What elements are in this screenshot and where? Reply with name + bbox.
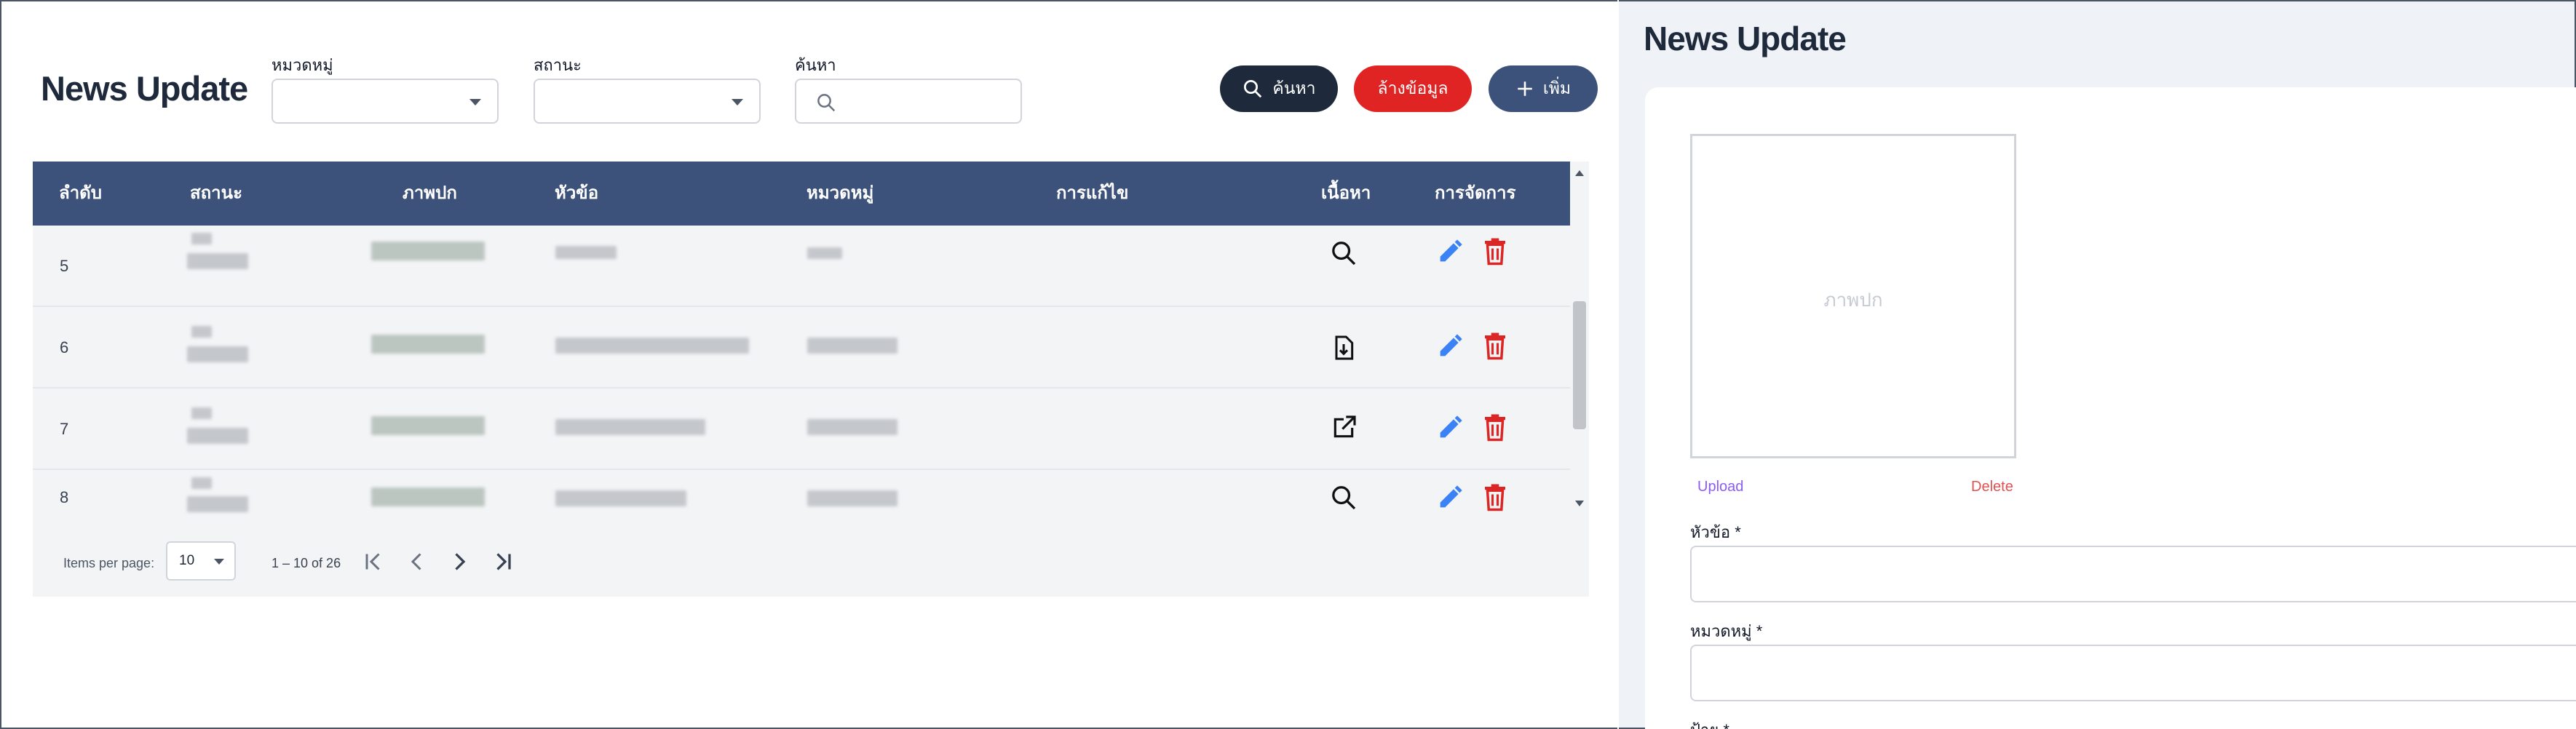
search-icon xyxy=(1244,80,1262,98)
redacted-cover xyxy=(371,335,485,354)
scroll-up-icon[interactable] xyxy=(1575,170,1584,176)
news-list-panel: News Update หมวดหมู่ สถานะ ค้นหา ค้นหา ล… xyxy=(0,0,1617,729)
redacted-category xyxy=(807,490,897,506)
clear-button[interactable]: ล้างข้อมูล xyxy=(1354,65,1472,112)
page-size-select[interactable]: 10 xyxy=(166,541,236,581)
row-index: 8 xyxy=(60,488,69,506)
edit-icon[interactable] xyxy=(1435,413,1465,442)
table-row: 7 xyxy=(33,389,1570,470)
column-header-status[interactable]: สถานะ xyxy=(190,162,242,226)
column-header-cover[interactable]: ภาพปก xyxy=(403,162,457,226)
row-index: 6 xyxy=(60,338,69,356)
clear-button-label: ล้างข้อมูล xyxy=(1377,79,1448,97)
search-button-label: ค้นหา xyxy=(1272,79,1316,97)
redacted-cover xyxy=(371,416,485,435)
delete-link[interactable]: Delete xyxy=(1971,479,2013,495)
next-page-icon[interactable] xyxy=(446,549,472,575)
add-button-label: เพิ่ม xyxy=(1542,79,1572,97)
redacted-title xyxy=(555,246,617,259)
status-filter-select[interactable] xyxy=(534,79,761,124)
search-button[interactable]: ค้นหา xyxy=(1220,65,1338,112)
plus-icon xyxy=(1518,81,1532,96)
external-link-icon[interactable] xyxy=(1329,413,1358,442)
redacted-title xyxy=(555,490,686,506)
category-field-label: หมวดหมู่ * xyxy=(1690,622,1763,640)
news-form-panel: News Update ภาพปก Upload Delete หัวข้อ *… xyxy=(1619,0,2576,729)
redacted-status xyxy=(187,253,248,269)
status-filter-label: สถานะ xyxy=(534,56,582,74)
column-header-title[interactable]: หัวข้อ xyxy=(555,162,598,226)
search-icon[interactable] xyxy=(1329,483,1358,512)
redacted-category xyxy=(807,338,897,354)
tag-field-label: ป้าย * xyxy=(1690,717,1729,729)
items-per-page-label: Items per page: xyxy=(63,556,155,570)
first-page-icon[interactable] xyxy=(360,549,387,575)
redacted-cover xyxy=(371,487,485,506)
column-header-category[interactable]: หมวดหมู่ xyxy=(807,162,873,226)
redacted-status xyxy=(187,496,248,512)
table-header: ลำดับ สถานะ ภาพปก หัวข้อ หมวดหมู่ การแก้… xyxy=(33,162,1570,226)
category-filter-select[interactable] xyxy=(272,79,499,124)
column-header-actions[interactable]: การจัดการ xyxy=(1435,162,1515,226)
redacted-cover xyxy=(371,242,485,260)
row-index: 5 xyxy=(60,257,69,275)
file-download-icon[interactable] xyxy=(1329,333,1358,362)
redacted-status xyxy=(191,326,212,338)
table-row: 5 xyxy=(33,226,1570,307)
title-field-label: หัวข้อ * xyxy=(1690,523,1741,541)
search-input[interactable] xyxy=(795,79,1022,124)
chevron-down-icon xyxy=(214,559,224,565)
category-filter-label: หมวดหมู่ xyxy=(272,56,333,74)
redacted-category xyxy=(807,247,842,259)
search-icon[interactable] xyxy=(1329,239,1358,268)
edit-icon[interactable] xyxy=(1435,237,1465,266)
redacted-title xyxy=(555,419,705,435)
scroll-down-icon[interactable] xyxy=(1575,501,1584,506)
cover-image-preview[interactable]: ภาพปก xyxy=(1690,134,2016,458)
form-title: News Update xyxy=(1644,20,1847,57)
search-label: ค้นหา xyxy=(795,56,836,74)
column-header-edited[interactable]: การแก้ไข xyxy=(1056,162,1128,226)
category-field[interactable] xyxy=(1690,645,2576,701)
table-row: 6 xyxy=(33,307,1570,389)
chevron-down-icon xyxy=(732,99,743,105)
page-size-value: 10 xyxy=(179,553,195,568)
column-header-content[interactable]: เนื้อหา xyxy=(1321,162,1371,226)
redacted-status xyxy=(187,428,248,444)
search-icon xyxy=(817,94,836,112)
paginator: Items per page: 10 1 – 10 of 26 xyxy=(33,525,1589,597)
redacted-category xyxy=(807,419,897,435)
redacted-status xyxy=(187,346,248,362)
title-field[interactable] xyxy=(1690,546,2576,602)
redacted-title xyxy=(555,338,749,354)
last-page-icon[interactable] xyxy=(490,549,516,575)
table-row: 8 xyxy=(33,470,1570,525)
upload-link[interactable]: Upload xyxy=(1697,479,1743,495)
table-scrollbar[interactable] xyxy=(1570,162,1589,518)
redacted-status xyxy=(191,233,212,244)
cover-placeholder: ภาพปก xyxy=(1823,289,1883,311)
row-index: 7 xyxy=(60,420,69,438)
chevron-down-icon xyxy=(469,99,481,105)
scrollbar-thumb[interactable] xyxy=(1573,301,1586,429)
previous-page-icon[interactable] xyxy=(404,549,430,575)
delete-icon[interactable] xyxy=(1480,236,1510,266)
delete-icon[interactable] xyxy=(1480,412,1510,442)
edit-icon[interactable] xyxy=(1435,483,1465,512)
delete-icon[interactable] xyxy=(1480,482,1510,512)
news-table: ลำดับ สถานะ ภาพปก หัวข้อ หมวดหมู่ การแก้… xyxy=(33,162,1589,597)
edit-icon[interactable] xyxy=(1435,332,1465,361)
column-header-index[interactable]: ลำดับ xyxy=(59,162,102,226)
page-title: News Update xyxy=(41,69,248,108)
page-range: 1 – 10 of 26 xyxy=(272,556,341,570)
redacted-status xyxy=(191,477,212,489)
redacted-status xyxy=(191,407,212,419)
delete-icon[interactable] xyxy=(1480,330,1510,361)
form-card: ภาพปก Upload Delete หัวข้อ * หมวดหมู่ * … xyxy=(1645,87,2576,729)
add-button[interactable]: เพิ่ม xyxy=(1489,65,1598,112)
